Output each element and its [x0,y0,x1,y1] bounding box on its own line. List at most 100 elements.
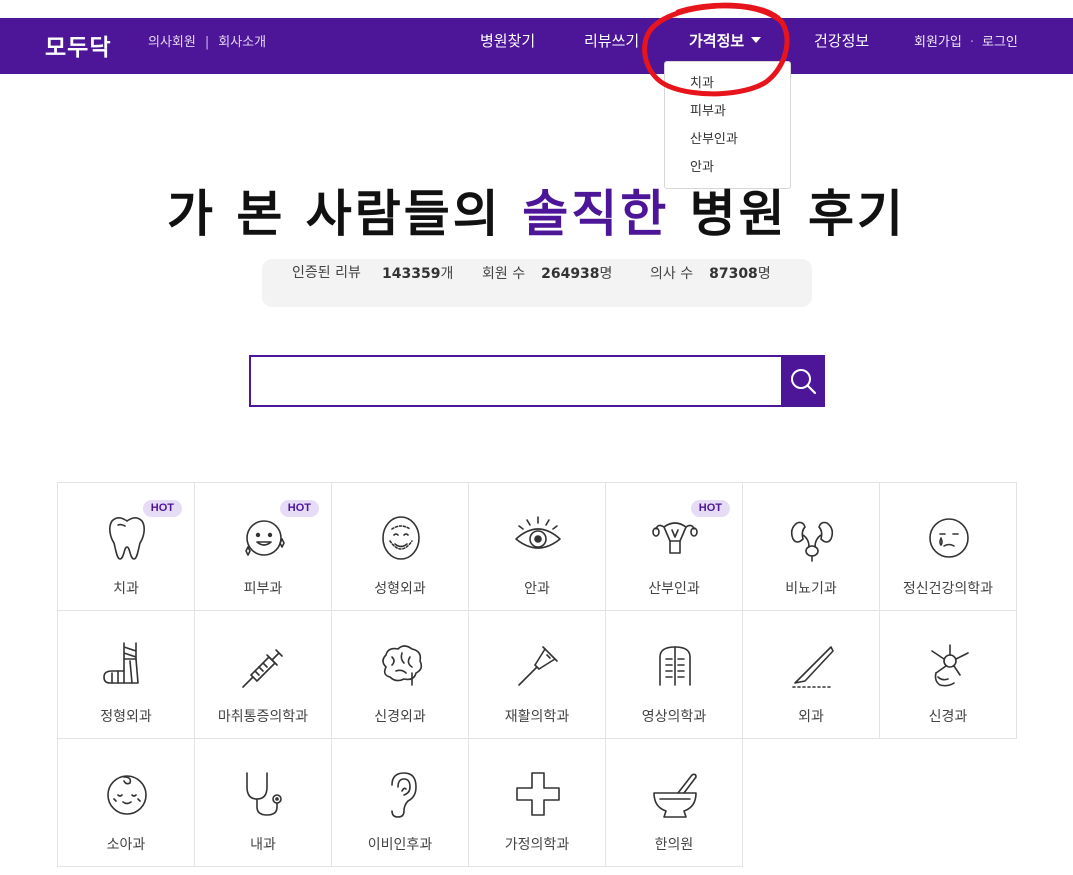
department-card[interactable]: 산부인과 HOT [605,482,743,611]
department-label: 영상의학과 [641,709,707,725]
department-card[interactable]: 내과 [194,738,332,867]
baby-face-icon [107,775,147,815]
stat-members: 회원 수 264938명 [482,263,612,283]
search-icon [791,369,817,395]
nav-price-info[interactable]: 가격정보 [689,30,762,51]
doctor-member-link[interactable]: 의사회원 [148,31,196,50]
logo[interactable]: 모두닥 [45,28,111,62]
caret-down-icon [751,36,762,43]
sub-separator: | [204,35,210,50]
cross-icon [516,772,560,816]
crying-face-icon [929,518,969,558]
ear-icon [391,772,417,818]
scalpel-icon [792,646,834,688]
stat-doctors-label: 의사 수 [650,266,694,282]
department-card[interactable]: 소아과 [57,738,195,867]
department-card[interactable]: 정신건강의학과 [879,482,1017,611]
dropdown-item-obgyn[interactable]: 산부인과 [665,128,790,156]
department-label: 치과 [113,581,139,597]
department-card[interactable]: 신경과 [879,610,1017,739]
stethoscope-icon [246,772,282,816]
dropdown-item-dermatology[interactable]: 피부과 [665,100,790,128]
department-card[interactable]: 신경외과 [331,610,469,739]
hot-badge: HOT [690,500,730,517]
mortar-icon [653,773,697,818]
department-label: 성형외과 [374,581,426,597]
department-card[interactable]: 정형외과 [57,610,195,739]
account-links: 회원가입 · 로그인 [914,31,1018,50]
department-label: 재활의학과 [504,709,570,725]
department-label: 가정의학과 [504,837,570,853]
hero-title-accent: 솔직한 [522,185,670,243]
hot-badge: HOT [142,500,182,517]
surgery-face-icon [382,516,420,560]
nav-find-hospital[interactable]: 병원찾기 [480,30,535,51]
department-label: 안과 [524,581,550,597]
crutch-icon [518,646,558,686]
company-intro-link[interactable]: 회사소개 [218,31,266,50]
stat-doctors-unit: 명 [757,266,771,282]
stat-reviews-label: 인증된 리뷰 [292,265,361,281]
department-card[interactable]: 안과 [468,482,606,611]
stat-reviews: 인증된 리뷰 143359개 [292,263,453,283]
search-input[interactable] [251,357,781,405]
department-card[interactable]: 외과 [742,610,880,739]
stat-members-unit: 명 [599,266,613,282]
stat-doctors: 의사 수 87308명 [650,263,771,283]
hero-title-end: 병원 후기 [669,185,907,243]
department-label: 신경과 [928,709,968,725]
department-card[interactable]: 영상의학과 [605,610,743,739]
stat-doctors-value: 87308 [709,266,758,282]
top-navbar: 모두닥 의사회원 | 회사소개 병원찾기 리뷰쓰기 가격정보 건강정보 회원가입 · 로… [0,18,1073,74]
nav-write-review[interactable]: 리뷰쓰기 [584,30,644,51]
uterus-icon [652,522,698,554]
eye-icon [515,516,561,549]
department-card[interactable]: 성형외과 [331,482,469,611]
department-card[interactable]: 비뇨기과 [742,482,880,611]
department-label: 소아과 [106,837,146,853]
department-card[interactable]: 치과 HOT [57,482,195,611]
department-label: 한의원 [654,837,694,853]
stats-box: 인증된 리뷰 143359개 회원 수 264938명 의사 수 87308명 [262,259,812,307]
department-label: 피부과 [243,581,283,597]
signup-link[interactable]: 회원가입 [914,35,962,50]
department-grid: 치과 HOT 피부과 HOT 성형외과 안과 산부인과 HOT 비뇨기과 정신건강의학과정형외과 마… [57,482,1017,867]
department-card[interactable]: 한의원 [605,738,743,867]
department-label: 신경외과 [374,709,426,725]
search-box [249,355,825,407]
department-label: 이비인후과 [367,837,433,853]
department-label: 내과 [250,837,276,853]
login-link[interactable]: 로그인 [982,35,1018,50]
nav-price-label: 가격정보 [689,32,745,50]
dot-separator: · [969,35,974,50]
department-label: 외과 [798,709,824,725]
department-label: 산부인과 [648,581,700,597]
department-label: 정형외과 [100,709,152,725]
department-card[interactable]: 가정의학과 [468,738,606,867]
stat-members-value: 264938 [541,266,600,282]
kidney-icon [790,521,834,562]
nav-health-info[interactable]: 건강정보 [814,30,869,51]
sub-links: 의사회원 | 회사소개 [148,31,266,50]
hero-title-start: 가 본 사람들의 [166,185,523,243]
hero-title: 가 본 사람들의 솔직한 병원 후기 [0,174,1073,246]
brain-icon [382,645,423,686]
hot-badge: HOT [279,500,319,517]
stat-members-label: 회원 수 [482,266,526,282]
dropdown-item-dental[interactable]: 치과 [665,72,790,100]
department-label: 비뇨기과 [785,581,837,597]
department-card[interactable]: 이비인후과 [331,738,469,867]
department-card[interactable]: 마취통증의학과 [194,610,332,739]
search-button[interactable] [781,355,825,407]
syringe-icon [242,649,283,688]
stat-reviews-value: 143359 [382,266,441,282]
neuron-icon [931,644,969,687]
department-card[interactable]: 피부과 HOT [194,482,332,611]
department-label: 마취통증의학과 [217,709,309,725]
price-dropdown-menu: 치과 피부과 산부인과 안과 [664,61,791,189]
xray-icon [659,646,691,686]
department-card[interactable]: 재활의학과 [468,610,606,739]
stat-reviews-unit: 개 [440,266,454,282]
department-label: 정신건강의학과 [902,581,994,597]
sparkle-face-icon [245,520,285,556]
